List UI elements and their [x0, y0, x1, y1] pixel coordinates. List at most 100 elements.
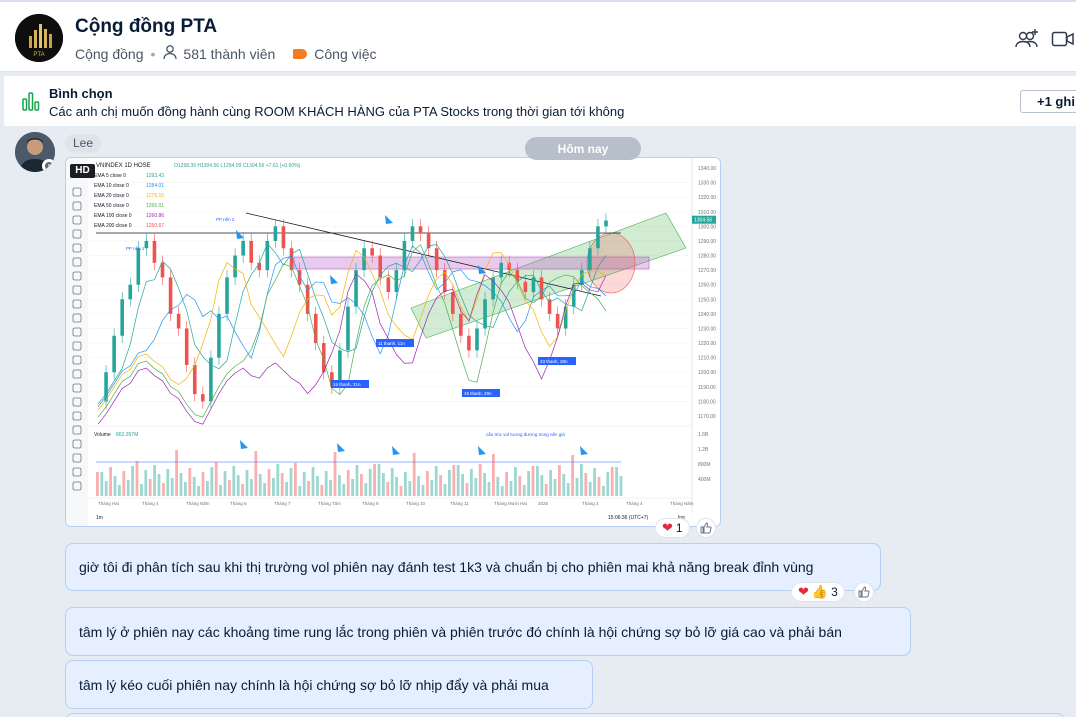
volume-bar [192, 477, 196, 496]
text-message[interactable]: tâm lý kéo cuối phiên nay chính là hội c… [65, 660, 593, 709]
chart-toolbar [66, 158, 88, 526]
volume-bar [122, 471, 126, 496]
price-tick-label: 1260.00 [698, 283, 716, 289]
price-tick-label: 1240.00 [698, 312, 716, 318]
volume-bar [395, 477, 398, 496]
ema-legend-label: EMA 5 close 0 [94, 173, 126, 179]
sender-name[interactable]: Lee [65, 134, 102, 153]
volume-bar [474, 478, 478, 496]
volume-bar [272, 478, 275, 496]
volume-bar [118, 485, 121, 496]
separator-dot: • [150, 45, 156, 62]
volume-bar [470, 469, 473, 496]
group-avatar[interactable]: PTA [15, 14, 63, 62]
candle-body [346, 306, 350, 351]
volume-bar [373, 464, 376, 496]
candle-body [104, 372, 108, 402]
candle-body [588, 248, 592, 271]
price-tick-label: 1330.00 [698, 181, 716, 187]
volume-bar [214, 462, 218, 496]
candle-body [273, 226, 278, 241]
volume-label: Volume [94, 432, 111, 438]
ema-legend-label: EMA 10 close 0 [94, 183, 129, 189]
volume-bar [140, 484, 143, 496]
volume-bar [602, 486, 605, 496]
svg-text:PTA: PTA [33, 52, 44, 58]
volume-bar [575, 478, 579, 496]
volume-bar [487, 482, 491, 496]
volume-bar [522, 485, 526, 496]
price-tick-label: 1310.00 [698, 210, 716, 216]
volume-bar [606, 472, 610, 496]
status-icon [42, 159, 55, 172]
group-type-label: Cộng đồng [75, 45, 144, 62]
volume-bar [276, 464, 280, 496]
text-message[interactable]: giờ tôi đi phân tích sau khi thị trường … [65, 543, 881, 591]
volume-bar [417, 476, 420, 496]
like-button[interactable] [854, 582, 874, 602]
volume-bar [439, 475, 442, 496]
candle-body [491, 277, 495, 300]
volume-bar [505, 472, 508, 496]
image-message[interactable]: 1340.00 1330.00 1320.00 1310.00 1300.00 1290.… [65, 157, 721, 527]
candle-body [555, 313, 560, 329]
poll-question: Các anh chị muốn đồng hành cùng ROOM KHÁ… [49, 104, 625, 119]
volume-bar [531, 466, 535, 496]
poll-vote-button[interactable]: +1 ghi [1020, 90, 1076, 113]
volume-bar [360, 474, 363, 496]
heart-reaction-icon: ❤ [662, 520, 673, 535]
volume-tick-label: 400M [698, 477, 711, 483]
video-call-button[interactable] [1050, 26, 1076, 52]
date-divider: Hôm nay [525, 137, 641, 160]
candle-body [128, 284, 133, 300]
candle-body [434, 248, 439, 271]
volume-bar [126, 480, 130, 496]
add-member-button[interactable] [1014, 26, 1040, 52]
volume-bar [307, 481, 310, 496]
volume-bar [355, 465, 359, 496]
volume-bar [285, 482, 288, 496]
message-text: giờ tôi đi phân tích sau khi thị trường … [79, 559, 814, 575]
volume-tick-label: 1.2B [698, 447, 709, 453]
candle-body [354, 270, 358, 307]
volume-bar [518, 476, 522, 496]
text-message[interactable]: tâm lý ở phiên nay các khoảng time rung … [65, 607, 911, 656]
volume-bar [289, 468, 293, 496]
volume-bar [245, 470, 249, 496]
group-name[interactable]: Cộng đồng PTA [75, 16, 217, 38]
price-tick-label: 1290.00 [698, 239, 716, 245]
price-tick-label: 1180.00 [698, 399, 716, 405]
conversation-header: PTA Cộng đồng PTA Cộng đồng • 581 thành … [0, 0, 1076, 72]
volume-bar [175, 450, 178, 496]
member-count[interactable]: 581 thành viên [183, 46, 275, 62]
reaction-summary[interactable]: ❤ 1 [655, 518, 690, 538]
volume-bar [131, 466, 134, 496]
candle-body [201, 394, 205, 402]
time-tick-label: Tháng Tám [318, 501, 341, 506]
volume-bar [434, 466, 438, 496]
volume-bar [549, 470, 552, 496]
candle-body [136, 248, 141, 285]
volume-bar [316, 476, 319, 496]
price-tick-label: 1230.00 [698, 326, 716, 332]
tag-label[interactable]: Công việc [314, 46, 376, 62]
price-tick-label: 1210.00 [698, 356, 716, 362]
volume-bar [162, 483, 165, 496]
time-tick-label: Tháng 6 [230, 501, 247, 506]
volume-bar [351, 479, 354, 496]
pinned-poll-banner[interactable]: Bình chọn Các anh chị muốn đồng hành cùn… [4, 76, 1076, 126]
hd-badge: HD [70, 164, 95, 178]
candle-body [112, 335, 116, 373]
candle-body [483, 299, 487, 329]
volume-bar [184, 482, 187, 496]
like-button[interactable] [696, 518, 716, 538]
volume-bar [324, 471, 328, 496]
volume-bar [597, 477, 601, 496]
reaction-summary[interactable]: ❤ 👍 3 [791, 582, 845, 602]
volume-bar [544, 484, 548, 496]
thumbs-up-icon [700, 522, 712, 534]
candle-body [281, 226, 286, 249]
text-message-partial[interactable] [65, 713, 1065, 717]
volume-bar [258, 474, 262, 496]
sender-avatar[interactable] [15, 132, 55, 172]
